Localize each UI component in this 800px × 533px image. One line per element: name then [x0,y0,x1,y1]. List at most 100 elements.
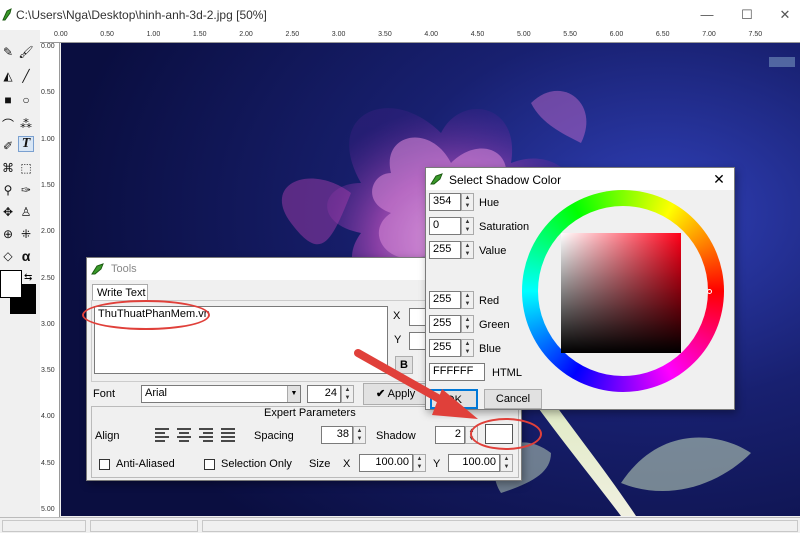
size-x-spinner[interactable]: ▲ ▼ [413,454,426,472]
eraser-icon[interactable]: ◇ [0,248,16,264]
ruler-tick-label: 2.50 [285,31,300,38]
ruler-tick-label: 3.50 [378,31,392,38]
red-label: Red [479,295,500,307]
shadow-dialog-title: Select Shadow Color [449,173,562,187]
brush-icon[interactable]: 🖌 [18,44,34,60]
saturation-label: Saturation [479,221,530,233]
green-label: Green [479,319,510,331]
annotation-arrow-icon [354,349,478,419]
anti-aliased-checkbox[interactable] [99,459,110,470]
ruler-tick-label: 7.50 [748,31,763,38]
rectangle-icon[interactable]: ■ [0,92,16,108]
size-y-label: Y [433,458,441,470]
font-label: Font [93,388,116,400]
move-icon[interactable]: ✥ [0,204,16,220]
frog-icon [430,173,443,185]
align-buttons [153,425,241,445]
saturation-value-square[interactable] [561,233,681,353]
green-spinner[interactable]: ▲ ▼ [461,315,474,333]
line-icon[interactable]: ╱ [18,68,34,84]
cancel-button[interactable]: Cancel [484,389,542,409]
ruler-tick-label: 0.00 [41,43,55,50]
ruler-tick-label: 4.50 [470,31,485,38]
pencil-icon[interactable]: ✎ [0,44,16,60]
font-size-field[interactable]: 24 [307,385,341,403]
red-field[interactable]: 255 [429,291,461,309]
title-bar: C:\Users\Nga\Desktop\hinh-anh-3d-2.jpg [… [0,0,800,30]
close-button[interactable]: ✕ [772,4,798,26]
size-x-label: X [343,458,351,470]
spacing-spinner[interactable]: ▲ ▼ [353,426,366,444]
x-label: X [393,310,401,322]
green-field[interactable]: 255 [429,315,461,333]
ruler-tick-label: 7.00 [702,31,716,38]
ruler-tick-label: 4.00 [41,413,55,421]
red-spinner[interactable]: ▲ ▼ [461,291,474,309]
ruler-tick-label: 0.50 [41,89,55,97]
swap-colors-icon[interactable]: ⇆ [24,272,32,283]
ruler-tick-label: 3.00 [41,320,55,328]
curve-icon[interactable]: ⌒ [0,116,16,132]
horizontal-ruler: 0.00 0.50 1.00 1.50 2.00 2.50 3.00 3.50 4.00 4.50… [40,30,800,43]
ruler-tick-label: 2.50 [41,274,55,282]
font-dropdown-icon[interactable]: ▼ [287,386,300,402]
ruler-tick-label: 4.50 [41,459,55,467]
ellipse-icon[interactable]: ○ [18,92,34,108]
maximize-button[interactable]: ☐ [734,4,760,26]
anti-aliased-label: Anti-Aliased [116,458,175,470]
lasso-icon[interactable]: ⌘ [0,160,16,176]
shadow-field[interactable]: 2 [435,426,465,444]
app-frog-icon [2,8,12,21]
size-y-field[interactable]: 100.00 [448,454,500,472]
ruler-tick-label: 6.00 [609,31,624,38]
expert-parameters-label: Expert Parameters [264,407,356,419]
primary-color-swatch[interactable] [0,270,22,298]
ruler-tick-label: 5.00 [517,31,531,38]
align-label: Align [95,430,120,442]
value-field[interactable]: 255 [429,241,461,259]
dialog-close-icon[interactable]: ✕ [708,170,730,188]
tab-write-text[interactable]: Write Text [92,284,148,301]
value-label: Value [479,245,507,257]
font-select[interactable]: Arial [141,385,301,403]
size-y-spinner[interactable]: ▲ ▼ [500,454,513,472]
hue-label: Hue [479,197,500,209]
ruler-tick-label: 0.50 [100,31,114,38]
vertical-ruler: 0.00 0.50 1.00 1.50 2.00 2.50 3.00 3.50 4.00 4.50… [40,43,60,518]
ruler-tick-label: 3.50 [41,367,55,375]
zoom-icon[interactable]: ⊕ [0,226,16,242]
alpha-icon[interactable]: α [18,248,34,264]
ruler-tick-label: 6.50 [655,31,670,38]
toolbox: ✎ 🖌 ◭ ╱ ■ ○ ⌒ ⁂ ✐ T ⌘ ⬚ ⚲ ✑ ✥ ♙ ⊕ ⁜ ◇ α … [0,40,38,518]
selection-icon[interactable]: ⬚ [18,160,34,176]
text-tool-icon[interactable]: T [18,136,34,152]
selection-only-checkbox[interactable] [204,459,215,470]
size-x-field[interactable]: 100.00 [359,454,413,472]
saturation-field[interactable]: 0 [429,217,461,235]
hue-field[interactable]: 354 [429,193,461,211]
ruler-tick-label: 4.00 [424,31,439,38]
fill-bucket-icon[interactable]: ◭ [0,68,16,84]
minimize-button[interactable]: — [694,4,720,26]
value-spinner[interactable]: ▲ ▼ [461,241,474,259]
eyedropper-icon[interactable]: ⚲ [0,182,16,198]
warp-icon[interactable]: ⁜ [18,226,34,242]
stamp-icon[interactable]: ♙ [18,204,34,220]
smudge-icon[interactable]: ✑ [18,182,34,198]
hue-ring-color-picker[interactable] [522,190,724,392]
saturation-spinner[interactable]: ▲ ▼ [461,217,474,235]
hue-spinner[interactable]: ▲ ▼ [461,193,474,211]
hue-marker [707,289,712,294]
frog-icon [91,263,104,275]
airbrush-icon[interactable]: ✐ [0,138,16,154]
status-bar [0,517,800,533]
spacing-field[interactable]: 38 [321,426,353,444]
ruler-tick-label: 2.00 [41,228,55,236]
ruler-tick-label: 5.50 [563,31,577,38]
html-label: HTML [492,367,522,379]
ruler-tick-label: 3.00 [331,31,346,38]
spray-icon[interactable]: ⁂ [18,116,34,132]
tools-dialog-title: Tools [111,263,137,275]
window-title: C:\Users\Nga\Desktop\hinh-anh-3d-2.jpg [… [16,8,267,22]
shadow-label: Shadow [376,430,416,442]
